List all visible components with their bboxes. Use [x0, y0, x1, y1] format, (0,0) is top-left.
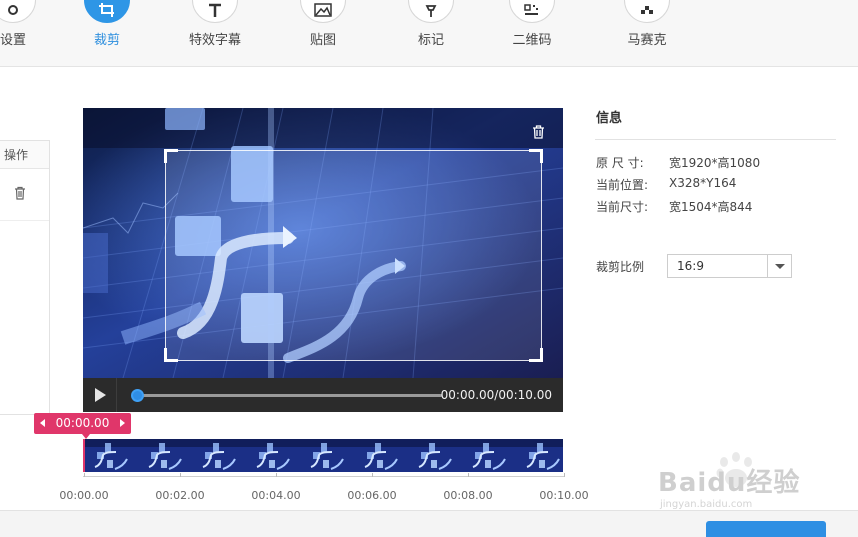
play-icon — [95, 388, 106, 402]
trash-icon[interactable] — [532, 125, 545, 139]
crop-selection[interactable] — [164, 149, 543, 362]
progress-knob[interactable] — [131, 389, 144, 402]
watermark-url: jingyan.baidu.com — [660, 499, 753, 510]
filmstrip[interactable] — [83, 439, 563, 472]
list-item — [0, 169, 49, 221]
filmstrip-frame — [139, 439, 193, 472]
timeline-tick-label: 00:06.00 — [347, 489, 397, 502]
tool-sticker[interactable]: 贴图 — [288, 0, 358, 67]
crop-ratio-select[interactable]: 16:9 — [667, 254, 792, 278]
operations-header: 操作 — [0, 141, 49, 169]
filmstrip-frame — [247, 439, 301, 472]
timeline-tick — [84, 473, 85, 477]
tool-mosaic[interactable]: 马赛克 — [612, 0, 682, 67]
tool-label: 特效字幕 — [188, 33, 241, 48]
text-icon — [209, 3, 221, 17]
info-value: 宽1920*高1080 — [669, 156, 761, 170]
info-key: 原 尺 寸: — [596, 156, 644, 170]
tool-label: 标记 — [417, 33, 444, 48]
chevron-down-icon[interactable] — [767, 255, 791, 277]
info-title: 信息 — [596, 111, 623, 126]
video-preview[interactable] — [83, 108, 563, 378]
mosaic-icon — [641, 6, 653, 14]
crop-handle-bottom-left[interactable] — [164, 348, 178, 362]
timeline-tick-label: 00:04.00 — [251, 489, 301, 502]
info-value: X328*Y164 — [669, 176, 737, 190]
settings-icon — [8, 5, 18, 15]
filmstrip-frame — [193, 439, 247, 472]
crop-editor: { "toolbar": { "items": [ {"label": "设置"… — [0, 0, 858, 537]
timeline-axis — [83, 476, 564, 477]
filmstrip-frame — [355, 439, 409, 472]
timeline-badge[interactable]: 00:00.00 — [34, 413, 131, 439]
crop-handle-top-left[interactable] — [164, 149, 178, 163]
timeline-tick — [276, 473, 277, 477]
timeline-tick-label: 00:08.00 — [443, 489, 493, 502]
next-arrow-icon[interactable] — [120, 419, 125, 427]
image-icon — [314, 3, 332, 17]
filmstrip-frame — [301, 439, 355, 472]
toolbar: 设置 裁剪 特效字幕 贴图 标记 二维码 马赛克 — [0, 0, 858, 67]
qrcode-icon — [524, 4, 538, 15]
prev-arrow-icon[interactable] — [40, 419, 45, 427]
info-value: 宽1504*高844 — [669, 200, 753, 214]
tool-mark[interactable]: 标记 — [396, 0, 466, 67]
tool-qrcode[interactable]: 二维码 — [497, 0, 567, 67]
progress-track[interactable] — [137, 394, 442, 397]
filmstrip-frame — [463, 439, 517, 472]
tool-label: 马赛克 — [627, 33, 667, 48]
crop-handle-top-right[interactable] — [529, 149, 543, 163]
tool-settings[interactable]: 设置 — [0, 0, 48, 67]
filmstrip-frame — [409, 439, 463, 472]
timeline-tick — [180, 473, 181, 477]
tool-label: 二维码 — [512, 33, 552, 48]
badge-time: 00:00.00 — [55, 416, 110, 430]
tool-label: 裁剪 — [93, 33, 120, 48]
confirm-button[interactable] — [706, 521, 826, 537]
tool-crop[interactable]: 裁剪 — [72, 0, 142, 67]
watermark-brand: Baidu经验 — [658, 468, 801, 498]
tool-label: 贴图 — [309, 33, 336, 48]
info-divider — [595, 139, 836, 140]
trash-icon[interactable] — [14, 186, 26, 200]
crop-ratio-value: 16:9 — [677, 259, 704, 273]
operations-panel: 操作 — [0, 140, 50, 415]
timeline-tick-label: 00:00.00 — [59, 489, 109, 502]
info-key: 当前尺寸: — [596, 200, 649, 214]
timeline-tick-label: 00:10.00 — [539, 489, 589, 502]
info-key: 当前位置: — [596, 178, 649, 192]
pin-icon — [425, 5, 437, 17]
timeline-tick-label: 00:02.00 — [155, 489, 205, 502]
timeline-tick — [468, 473, 469, 477]
timeline-tick — [372, 473, 373, 477]
tool-label: 设置 — [0, 33, 26, 48]
filmstrip-frame — [517, 439, 563, 472]
crop-icon — [99, 3, 114, 17]
crop-ratio-label: 裁剪比例 — [596, 260, 645, 274]
time-display: 00:00.00/00:10.00 — [440, 388, 552, 402]
player-controls: 00:00.00/00:10.00 — [83, 378, 563, 412]
crop-handle-bottom-right[interactable] — [529, 348, 543, 362]
filmstrip-frame — [85, 439, 139, 472]
timeline-tick — [564, 473, 565, 477]
tool-text-effect[interactable]: 特效字幕 — [180, 0, 250, 67]
play-button[interactable] — [83, 378, 117, 412]
